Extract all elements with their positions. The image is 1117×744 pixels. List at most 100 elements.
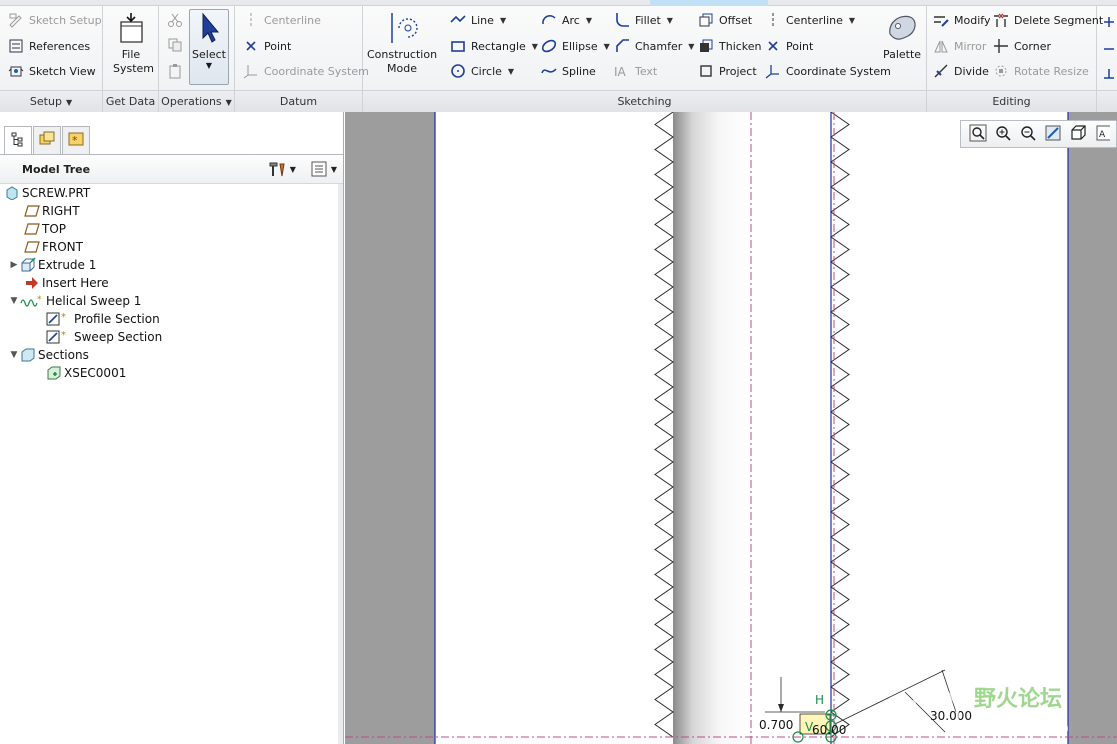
divide-button[interactable]: Divide (933, 60, 989, 82)
zoom-in-button[interactable] (990, 123, 1015, 145)
plus-icon[interactable] (1103, 16, 1115, 31)
fillet-button[interactable]: Fillet ▼ (614, 9, 673, 31)
file-system-icon (113, 10, 149, 46)
list-icon (310, 160, 328, 178)
chevron-down-icon: ▼ (289, 164, 296, 174)
tree-item-label: Sweep Section (74, 330, 163, 344)
rectangle-button[interactable]: Rectangle ▼ (450, 35, 538, 57)
arc-button[interactable]: Arc ▼ (541, 9, 592, 31)
chevron-down-icon: ▼ (666, 15, 673, 25)
fillet-label: Fillet (635, 13, 661, 27)
minus-icon[interactable] (1103, 43, 1115, 58)
mirror-label: Mirror (954, 39, 987, 53)
horizontal-constraint-label[interactable]: H (815, 693, 824, 707)
editing-label: Editing (992, 95, 1031, 108)
project-button[interactable]: Project (698, 60, 757, 82)
graphics-toolbar: A (960, 120, 1117, 148)
ellipse-button[interactable]: Ellipse ▼ (541, 35, 610, 57)
chevron-down-icon: ▼ (330, 164, 337, 174)
paste-icon[interactable] (167, 63, 183, 82)
setup-group-label[interactable]: Setup ▼ (0, 90, 102, 112)
operations-group-label[interactable]: Operations ▼ (159, 90, 234, 112)
datum-point-button[interactable]: Point (243, 35, 291, 57)
sketch-coordinate-system-button[interactable]: Coordinate System (765, 60, 891, 82)
datum-coordinate-system-label: Coordinate System (264, 64, 369, 78)
tree-item-extrude-1[interactable]: ▶ Extrude 1 (8, 256, 96, 274)
mirror-button[interactable]: Mirror (933, 35, 986, 57)
datum-plane-icon (24, 239, 40, 255)
circle-button[interactable]: Circle ▼ (450, 60, 514, 82)
file-system-button[interactable]: File System (107, 10, 155, 76)
tree-item-screw-prt[interactable]: SCREW.PRT (4, 184, 90, 202)
svg-text:*: * (37, 295, 42, 305)
pitch-dimension-value[interactable]: 0.700 (759, 718, 793, 732)
tree-item-right[interactable]: RIGHT (24, 202, 80, 220)
select-button[interactable]: Select ▼ (189, 9, 229, 85)
annotation-display-button[interactable]: A (1091, 123, 1116, 145)
text-button[interactable]: IA Text (614, 60, 657, 82)
tree-item-sections[interactable]: ▼ Sections (8, 346, 89, 364)
datum-point-label: Point (264, 39, 292, 53)
sketch-canvas[interactable]: H V 0.700 60.00 30.000 (345, 112, 1117, 744)
chevron-down-icon: ▼ (603, 41, 610, 51)
corner-button[interactable]: Corner (993, 35, 1051, 57)
svg-text:*: * (72, 134, 78, 147)
group-operations: Select ▼ Operations ▼ (159, 6, 235, 112)
spline-button[interactable]: Spline (541, 60, 596, 82)
annotation-icon: A (1096, 124, 1112, 145)
tree-item-sweep-section[interactable]: * Sweep Section (46, 328, 162, 346)
collapse-arrow-icon[interactable]: ▼ (8, 296, 20, 306)
tree-item-xsec0001[interactable]: XSEC0001 (46, 364, 126, 382)
sketch-setup-button[interactable]: Sketch Setup (8, 9, 102, 31)
copy-icon[interactable] (167, 37, 183, 56)
zoom-out-button[interactable] (1015, 123, 1040, 145)
group-sketching: Construction Mode Line ▼ Rectangle ▼ Circl… (363, 6, 927, 112)
tree-show-button[interactable]: ▼ (306, 160, 337, 178)
tree-item-top[interactable]: TOP (24, 220, 66, 238)
favorites-tab[interactable]: * (62, 126, 90, 154)
navigator-resize-bar[interactable] (338, 184, 343, 744)
palette-button[interactable]: Palette (878, 10, 926, 61)
sketch-view-button[interactable]: Sketch View (8, 60, 96, 82)
tree-item-label: SCREW.PRT (22, 186, 91, 200)
tree-item-front[interactable]: FRONT (24, 238, 83, 256)
refit-button[interactable] (965, 123, 990, 145)
tree-settings-button[interactable]: ▼ (263, 160, 296, 178)
collapse-arrow-icon[interactable]: ▼ (8, 350, 20, 360)
construction-mode-button[interactable]: Construction Mode (367, 10, 437, 76)
model-tree-header: Model Tree ▼ ▼ (0, 154, 343, 184)
tree-item-insert-here[interactable]: Insert Here (24, 274, 109, 292)
thicken-button[interactable]: Thicken (698, 35, 762, 57)
tree-item-helical-sweep-1[interactable]: ▼ * Helical Sweep 1 (8, 292, 142, 310)
expand-arrow-icon[interactable]: ▶ (8, 260, 20, 270)
model-tree-tab[interactable] (4, 126, 32, 154)
tools-icon (267, 160, 287, 178)
sketch-point-button[interactable]: Point (765, 35, 813, 57)
cut-icon[interactable] (167, 12, 183, 31)
cross-section-icon (46, 365, 62, 381)
offset-button[interactable]: Offset (698, 9, 752, 31)
setup-label: Setup (29, 95, 62, 108)
chamfer-button[interactable]: Chamfer ▼ (614, 35, 694, 57)
line-button[interactable]: Line ▼ (450, 9, 506, 31)
tree-item-profile-section[interactable]: * Profile Section (46, 310, 160, 328)
folder-browser-tab[interactable] (33, 126, 61, 154)
display-style-button[interactable] (1066, 123, 1091, 145)
centerline-icon (765, 12, 781, 28)
forum-watermark: 野火论坛 www.proewildfire.cn (908, 674, 1108, 740)
repaint-button[interactable] (1041, 123, 1066, 145)
ribbon: Sketch Setup References Sketch View Setu… (0, 0, 1117, 112)
datum-centerline-button[interactable]: Centerline (243, 9, 321, 31)
modify-button[interactable]: Modify (933, 9, 990, 31)
sixty-dimension-value[interactable]: 60.00 (812, 723, 846, 737)
tree-item-label: XSEC0001 (64, 366, 127, 380)
sketch-centerline-button[interactable]: Centerline ▼ (765, 9, 855, 31)
rotate-resize-button[interactable]: Rotate Resize (993, 60, 1089, 82)
graphics-window[interactable]: H V 0.700 60.00 30.000 (345, 112, 1117, 744)
baseline-icon[interactable] (1103, 68, 1115, 83)
delete-segment-label: Delete Segment (1014, 13, 1104, 27)
references-button[interactable]: References (8, 35, 90, 57)
zoom-out-icon (1019, 124, 1037, 145)
datum-coordinate-system-button[interactable]: Coordinate System (243, 60, 369, 82)
delete-segment-button[interactable]: Delete Segment (993, 9, 1103, 31)
